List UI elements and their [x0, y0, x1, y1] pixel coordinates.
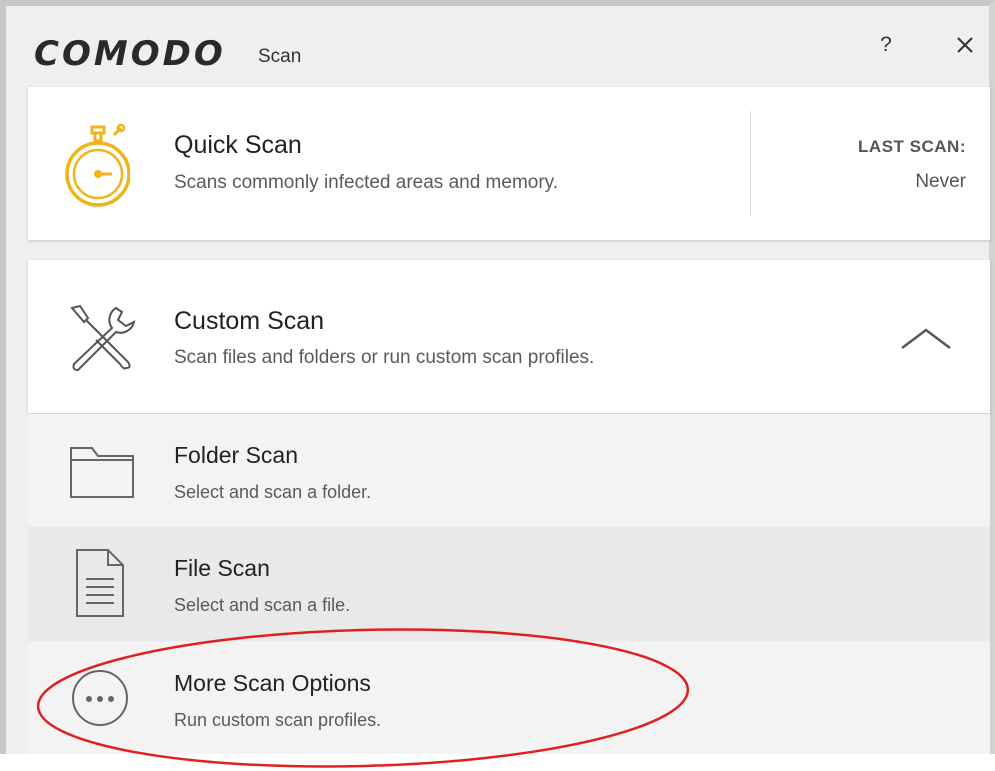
- more-scan-options-item[interactable]: More Scan Options Run custom scan profil…: [28, 642, 990, 754]
- stopwatch-icon: [65, 123, 130, 207]
- tools-icon: [70, 304, 136, 372]
- more-scan-options-title: More Scan Options: [174, 670, 371, 696]
- folder-scan-title: Folder Scan: [174, 442, 299, 468]
- help-button[interactable]: ?: [874, 30, 898, 60]
- custom-scan-card[interactable]: Custom Scan Scan files and folders or ru…: [28, 260, 990, 413]
- chevron-up-icon[interactable]: [900, 324, 952, 352]
- last-scan-value: Never: [915, 171, 966, 192]
- file-scan-item[interactable]: File Scan Select and scan a file.: [28, 527, 990, 641]
- quick-scan-title: Quick Scan: [174, 131, 302, 159]
- window-bottom-margin: [0, 754, 995, 771]
- last-scan-label: LAST SCAN:: [858, 137, 966, 156]
- divider: [750, 111, 751, 216]
- window-title: Scan: [258, 46, 302, 67]
- file-scan-title: File Scan: [174, 555, 270, 581]
- title-bar: COMODO Scan ?: [6, 6, 989, 80]
- close-icon: [957, 37, 973, 53]
- brand-logo: COMODO: [34, 34, 226, 74]
- quick-scan-description: Scans commonly infected areas and memory…: [174, 172, 559, 193]
- custom-scan-title: Custom Scan: [174, 307, 325, 335]
- quick-scan-card[interactable]: Quick Scan Scans commonly infected areas…: [28, 87, 990, 240]
- close-button[interactable]: [950, 30, 980, 60]
- folder-scan-description: Select and scan a folder.: [174, 482, 372, 502]
- folder-scan-item[interactable]: Folder Scan Select and scan a folder.: [28, 414, 990, 526]
- more-options-icon: [72, 670, 128, 726]
- file-icon: [76, 549, 124, 617]
- more-scan-options-description: Run custom scan profiles.: [174, 710, 382, 730]
- folder-icon: [70, 447, 134, 498]
- file-scan-description: Select and scan a file.: [174, 595, 351, 615]
- custom-scan-description: Scan files and folders or run custom sca…: [174, 347, 595, 368]
